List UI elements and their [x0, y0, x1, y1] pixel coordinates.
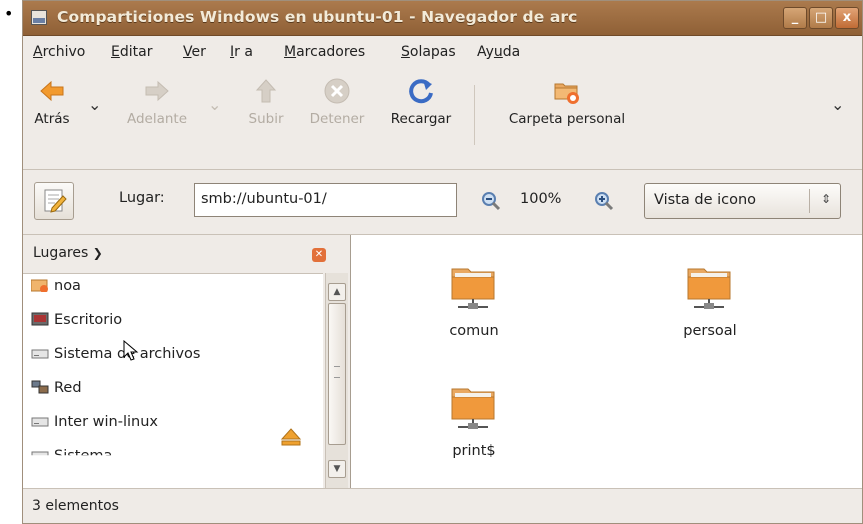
back-button[interactable]: Atrás — [27, 77, 77, 127]
sidebar-header: Lugares ❯ ✕ — [23, 235, 350, 273]
menu-ayuda[interactable]: Ayuda — [477, 44, 520, 60]
menu-ver[interactable]: Ver — [183, 44, 206, 60]
network-folder-icon — [451, 388, 495, 429]
file-view: comun persoal print$ — [351, 235, 862, 488]
minimize-button[interactable]: _ — [783, 7, 807, 29]
mouse-pointer-icon — [123, 339, 139, 366]
menu-marcadores[interactable]: Marcadores — [284, 44, 365, 60]
close-button[interactable]: x — [835, 7, 859, 29]
share-item-print[interactable]: print$ — [409, 381, 539, 459]
stop-button[interactable]: Detener — [299, 77, 375, 127]
status-text: 3 elementos — [32, 498, 119, 514]
location-bar: Lugar: smb://ubuntu-01/ 100% Vista de ic… — [23, 170, 862, 235]
forward-history-chevron-icon[interactable]: ⌄ — [208, 95, 221, 114]
select-updown-icon: ⇕ — [820, 192, 831, 206]
toolbar-separator — [474, 85, 475, 145]
view-mode-select[interactable]: Vista de icono ⇕ — [644, 183, 841, 219]
drive-icon — [31, 414, 49, 428]
up-arrow-icon — [252, 77, 280, 105]
network-icon — [31, 380, 49, 394]
location-input[interactable]: smb://ubuntu-01/ — [194, 183, 457, 217]
share-label: persoal — [683, 323, 737, 339]
scroll-down-icon[interactable]: ▼ — [328, 460, 346, 478]
maximize-button[interactable]: □ — [809, 7, 833, 29]
back-label: Atrás — [34, 111, 70, 127]
zoom-in-icon[interactable] — [594, 191, 614, 215]
reload-label: Recargar — [390, 111, 452, 127]
sidebar-scrollbar[interactable]: ▲ ▼ — [325, 273, 348, 488]
up-button[interactable]: Subir — [236, 77, 296, 127]
reload-icon — [407, 77, 435, 105]
home-folder-icon — [30, 278, 49, 293]
sidebar-item-red[interactable]: Red — [31, 380, 82, 396]
home-folder-label: Carpeta personal — [508, 111, 626, 127]
home-folder-icon — [553, 77, 581, 105]
share-item-persoal[interactable]: persoal — [645, 261, 775, 339]
status-bar: 3 elementos — [23, 488, 862, 524]
window-app-icon[interactable] — [31, 10, 47, 25]
sidebar: Lugares ❯ ✕ noa Escritorio Sistema de ar… — [23, 235, 351, 489]
back-history-chevron-icon[interactable]: ⌄ — [88, 95, 101, 114]
forward-arrow-icon — [143, 77, 171, 105]
sidebar-close-icon[interactable]: ✕ — [312, 248, 326, 262]
desktop-icon — [31, 312, 49, 326]
edit-pencil-icon — [44, 189, 67, 213]
zoom-level[interactable]: 100% — [520, 191, 561, 207]
share-label: comun — [449, 323, 499, 339]
share-item-comun[interactable]: comun — [409, 261, 539, 339]
bullet-marker: • — [4, 4, 14, 23]
location-label: Lugar: — [119, 190, 165, 206]
select-divider — [809, 189, 810, 213]
back-arrow-icon — [38, 77, 66, 105]
sidebar-item-sistema[interactable]: Sistema — [31, 448, 112, 456]
toolbar-overflow-chevron-icon[interactable]: ⌄ — [831, 95, 844, 114]
sidebar-item-escritorio[interactable]: Escritorio — [31, 312, 122, 328]
network-folder-icon — [451, 268, 495, 309]
home-folder-button[interactable]: Carpeta personal — [487, 77, 647, 127]
toggle-location-edit-button[interactable] — [34, 182, 74, 220]
share-label: print$ — [452, 443, 496, 459]
menu-editar[interactable]: Editar — [111, 44, 152, 60]
reload-button[interactable]: Recargar — [378, 77, 464, 127]
up-label: Subir — [248, 111, 284, 127]
menu-bar: Archivo Editar Ver Ir a Marcadores Solap… — [23, 36, 862, 70]
forward-button[interactable]: Adelante — [117, 77, 197, 127]
menu-archivo[interactable]: Archivo — [33, 44, 85, 60]
sidebar-item-sistema-de-archivos[interactable]: Sistema de archivos — [31, 346, 200, 362]
drive-icon — [31, 448, 49, 456]
menu-ir-a[interactable]: Ir a — [230, 44, 253, 60]
places-list: noa Escritorio Sistema de archivos Red I… — [23, 273, 323, 489]
title-bar[interactable]: Comparticiones Windows en ubuntu-01 - Na… — [23, 1, 862, 36]
drive-icon — [31, 346, 49, 360]
window-title: Comparticiones Windows en ubuntu-01 - Na… — [57, 8, 578, 26]
eject-icon[interactable] — [280, 427, 302, 451]
forward-label: Adelante — [126, 111, 188, 127]
sidebar-type-selector[interactable]: Lugares ❯ — [33, 245, 103, 261]
sidebar-item-inter-win-linux[interactable]: Inter win-linux — [31, 414, 158, 430]
scrollbar-thumb[interactable] — [328, 303, 346, 445]
sidebar-item-noa[interactable]: noa — [30, 278, 81, 294]
chevron-down-icon: ❯ — [92, 246, 103, 260]
stop-label: Detener — [309, 111, 365, 127]
toolbar: Atrás ⌄ Adelante ⌄ Subir Detener Recarga… — [23, 71, 862, 170]
network-folder-icon — [687, 268, 731, 309]
file-browser-window: Comparticiones Windows en ubuntu-01 - Na… — [22, 0, 863, 524]
scroll-up-icon[interactable]: ▲ — [328, 283, 346, 301]
stop-icon — [323, 77, 351, 105]
menu-solapas[interactable]: Solapas — [401, 44, 456, 60]
zoom-out-icon[interactable] — [481, 191, 501, 215]
view-mode-value: Vista de icono — [654, 192, 757, 208]
scrollbar-grip — [334, 366, 340, 378]
